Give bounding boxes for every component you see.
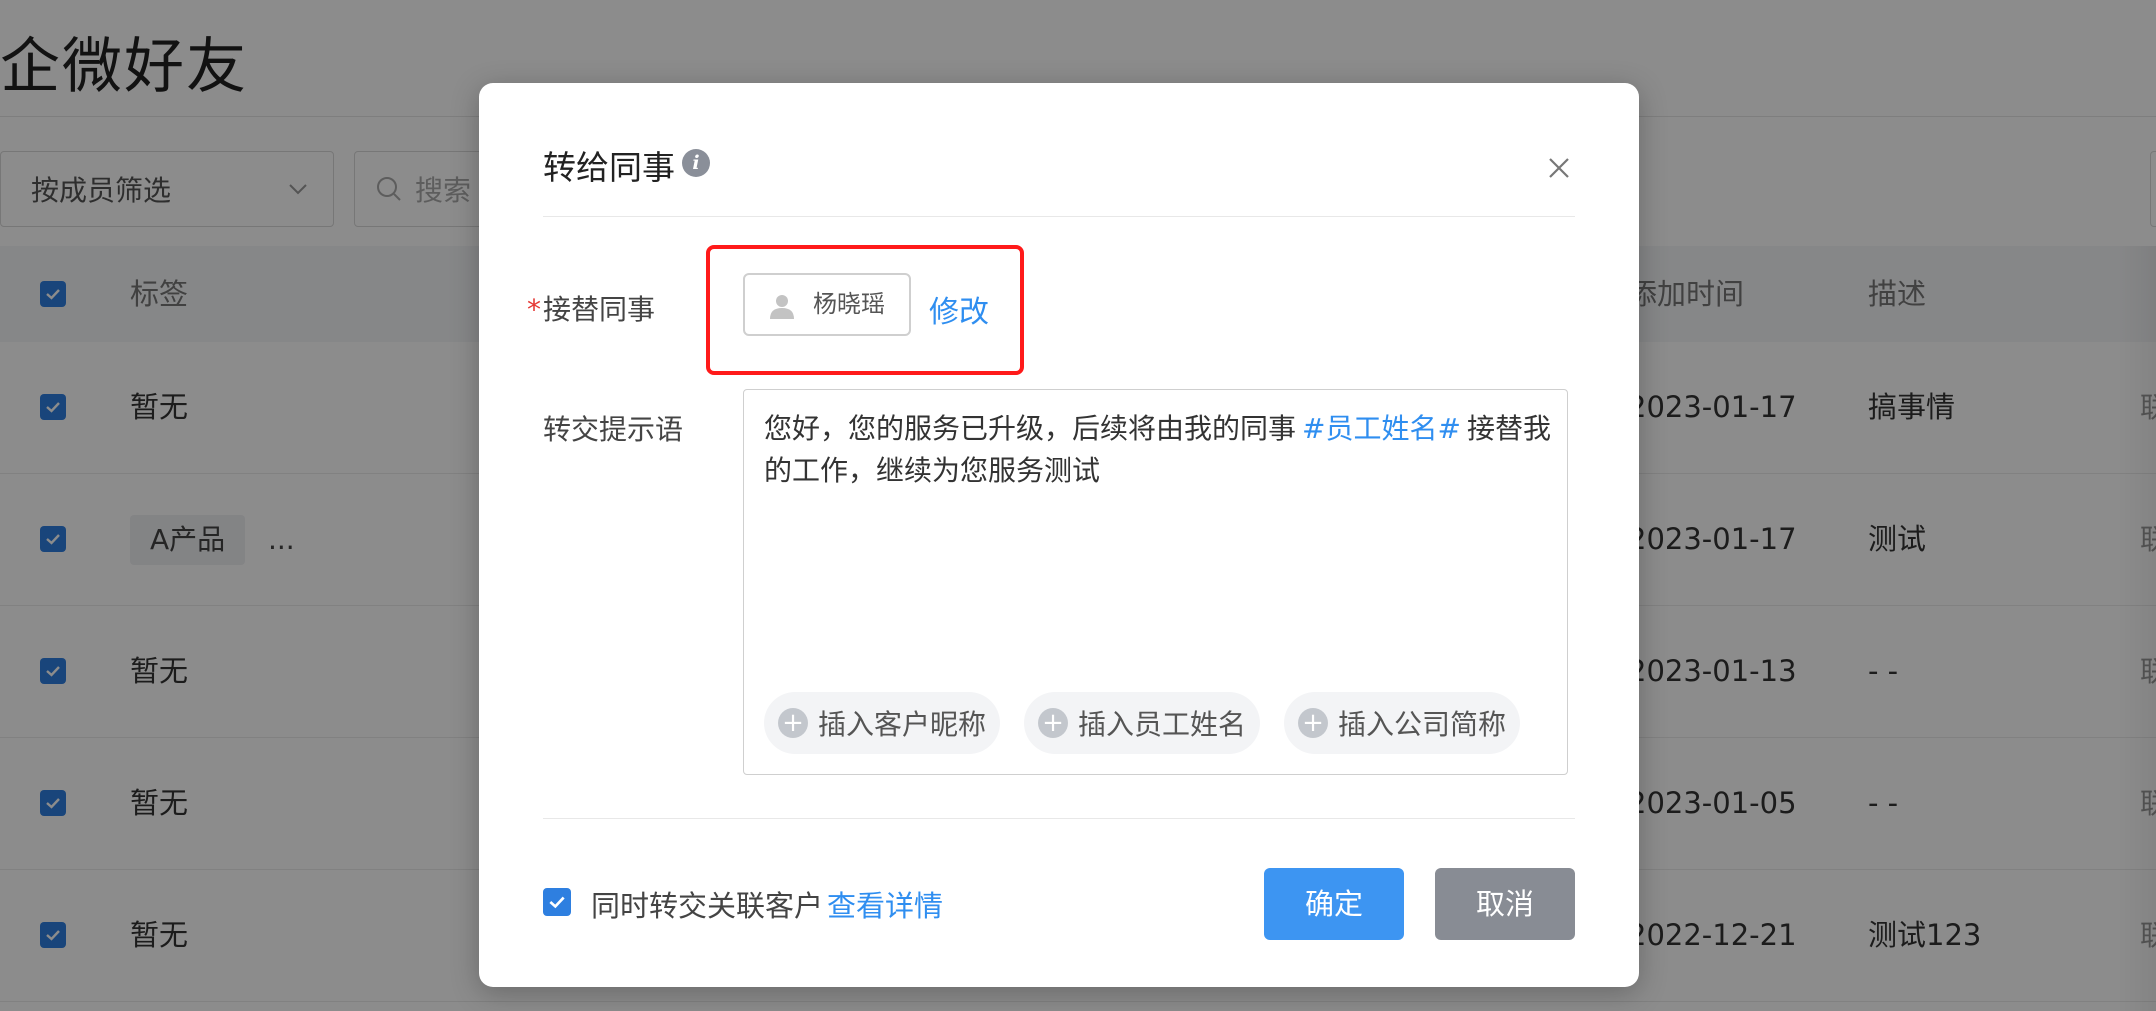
dialog-title: 转给同事 xyxy=(543,148,675,187)
transfer-message-textarea[interactable]: 您好，您的服务已升级，后续将由我的同事 #员工姓名# 接替我的工作，继续为您服务测试… xyxy=(743,389,1568,775)
colleague-label: 接替同事 xyxy=(543,293,656,326)
transfer-customers-checkbox[interactable] xyxy=(543,888,571,916)
colleague-name: 杨晓瑶 xyxy=(813,290,885,318)
dialog-footer-divider xyxy=(543,818,1575,819)
insert-button-label: 插入公司简称 xyxy=(1338,708,1507,741)
insert-employee-name-button[interactable]: + 插入员工姓名 xyxy=(1024,692,1261,754)
modify-colleague-link[interactable]: 修改 xyxy=(929,287,989,331)
info-icon[interactable]: i xyxy=(682,149,710,177)
close-icon[interactable] xyxy=(1544,153,1574,183)
cancel-button[interactable]: 取消 xyxy=(1435,868,1575,940)
plus-icon: + xyxy=(778,708,808,738)
insert-company-short-name-button[interactable]: + 插入公司简称 xyxy=(1284,692,1521,754)
transfer-message-text: 您好，您的服务已升级，后续将由我的同事 #员工姓名# 接替我的工作，继续为您服务测试 xyxy=(764,408,1554,492)
view-details-link[interactable]: 查看详情 xyxy=(827,883,943,925)
dialog-header-divider xyxy=(543,216,1575,217)
insert-button-label: 插入员工姓名 xyxy=(1078,708,1247,741)
insert-customer-nickname-button[interactable]: + 插入客户昵称 xyxy=(764,692,1001,754)
transfer-customers-label: 同时转交关联客户 xyxy=(591,889,824,923)
user-avatar-icon xyxy=(767,291,797,325)
required-mark: * xyxy=(527,293,541,326)
message-text-part1: 您好，您的服务已升级，后续将由我的同事 xyxy=(764,412,1297,445)
selected-colleague-chip: 杨晓瑶 xyxy=(743,273,911,336)
transfer-to-colleague-dialog: 转给同事 i * 接替同事 杨晓瑶 修改 转交提示语 您好，您的服务已升级，后续… xyxy=(479,83,1639,987)
message-variable-employee-name: #员工姓名# xyxy=(1302,412,1461,445)
plus-icon: + xyxy=(1038,708,1068,738)
confirm-button[interactable]: 确定 xyxy=(1264,868,1404,940)
prompt-label: 转交提示语 xyxy=(543,413,684,446)
insert-button-label: 插入客户昵称 xyxy=(818,708,987,741)
plus-icon: + xyxy=(1298,708,1328,738)
